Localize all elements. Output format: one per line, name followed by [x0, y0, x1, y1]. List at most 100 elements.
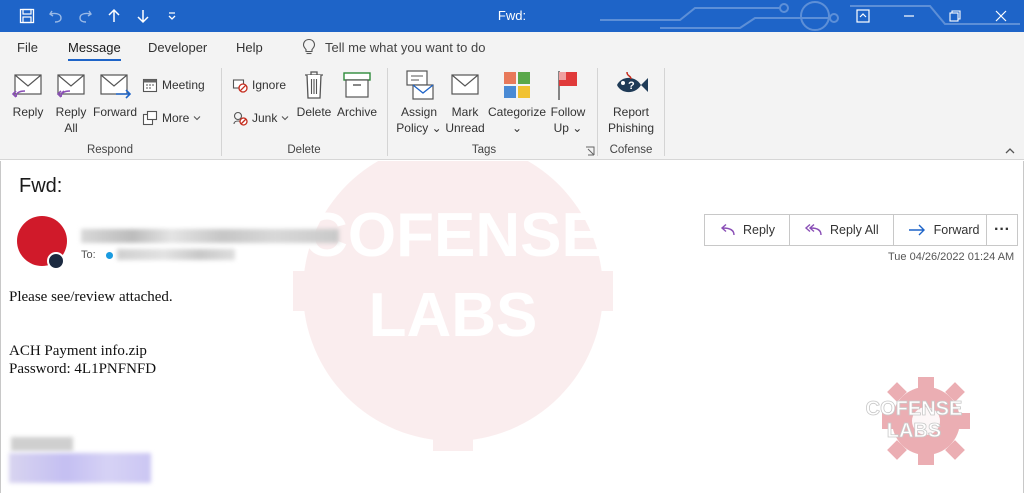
reply-label: Reply [12, 105, 44, 119]
more-label: More [162, 111, 190, 125]
mark-label-1: Mark [451, 105, 479, 119]
ribbon-display-options-icon[interactable] [840, 0, 886, 32]
archive-button[interactable]: Archive [336, 68, 378, 120]
calendar-icon [142, 78, 158, 93]
message-reply-label: Reply [743, 223, 775, 237]
collapse-ribbon-icon[interactable] [1004, 146, 1016, 156]
group-divider [597, 68, 598, 156]
group-divider [664, 68, 665, 156]
badge-text-2: LABS [887, 420, 941, 442]
assign-policy-button[interactable]: Assign Policy ⌄ [396, 68, 442, 136]
assign-label-1: Assign [400, 105, 438, 119]
svg-text:?: ? [628, 80, 635, 92]
reply-arrow-icon [720, 223, 735, 236]
group-divider [221, 68, 222, 156]
forward-button[interactable]: Forward [93, 68, 137, 120]
watermark-text-1: COFENSE [303, 201, 603, 270]
more-button[interactable]: More [142, 110, 201, 126]
reply-all-label-1: Reply [55, 105, 87, 119]
junk-icon [233, 111, 248, 126]
reading-pane: COFENSE LABS Fwd: To: Reply Reply All Fo… [0, 161, 1024, 493]
categorize-button[interactable]: Categorize ⌄ [488, 68, 546, 136]
cofense-labs-badge: COFENSE LABS [865, 377, 970, 465]
report-phishing-button[interactable]: ? Report Phishing [604, 68, 658, 136]
mark-label-2: Unread [445, 121, 485, 135]
delete-label: Delete [296, 105, 332, 119]
mark-unread-button[interactable]: Mark Unread [444, 68, 486, 136]
tab-developer[interactable]: Developer [148, 40, 207, 55]
ignore-button[interactable]: Ignore [232, 77, 286, 93]
sender-redacted [81, 229, 339, 243]
tab-message[interactable]: Message [68, 40, 121, 61]
dialog-launcher-icon[interactable] [585, 146, 595, 156]
meeting-label: Meeting [162, 78, 205, 92]
group-divider [387, 68, 388, 156]
respond-group-label: Respond [86, 144, 134, 156]
title-bar: Fwd: [0, 0, 1024, 32]
message-reply-all-label: Reply All [829, 223, 879, 237]
cofense-labs-watermark: COFENSE LABS [293, 161, 613, 451]
message-reply-all-button[interactable]: Reply All [790, 215, 894, 245]
junk-button[interactable]: Junk [232, 110, 289, 126]
badge-text-1: COFENSE [866, 398, 963, 420]
phish-fish-icon: ? [613, 68, 649, 102]
tell-me-search[interactable]: Tell me what you want to do [302, 38, 485, 56]
menu-tabs: File Message Developer Help Tell me what… [0, 32, 1024, 62]
message-reply-button[interactable]: Reply [705, 215, 790, 245]
cofense-group-label: Cofense [609, 144, 653, 156]
message-actions: Reply Reply All Forward [704, 214, 995, 246]
categorize-chevron: ⌄ [511, 121, 523, 135]
archive-box-icon [342, 68, 372, 102]
body-line-2: ACH Payment info.zip [9, 343, 147, 359]
mark-unread-icon [449, 68, 481, 102]
tags-group-label: Tags [471, 144, 497, 156]
follow-up-button[interactable]: Follow Up ⌄ [548, 68, 588, 136]
reply-all-label-2: All [64, 121, 78, 135]
ignore-label: Ignore [252, 78, 287, 92]
signature-redacted-2 [9, 453, 151, 483]
tab-help[interactable]: Help [236, 40, 263, 55]
message-forward-label: Forward [933, 223, 980, 237]
minimize-icon[interactable] [886, 0, 932, 32]
close-icon[interactable] [978, 0, 1024, 32]
presence-status-icon [47, 252, 65, 270]
ellipsis-icon: ··· [994, 221, 1010, 238]
flag-icon [555, 68, 581, 102]
forward-arrow-icon [908, 224, 925, 236]
report-label-1: Report [612, 105, 650, 119]
assign-policy-icon [404, 68, 434, 102]
assign-label-2: Policy ⌄ [396, 121, 442, 135]
chevron-down-icon [193, 116, 201, 121]
reply-button[interactable]: Reply [10, 68, 46, 120]
restore-icon[interactable] [932, 0, 978, 32]
delete-button[interactable]: Delete [296, 68, 332, 120]
more-actions-button[interactable]: ··· [986, 214, 1018, 246]
tab-file[interactable]: File [17, 40, 38, 55]
recipient-redacted [117, 249, 235, 260]
to-label: To: [81, 249, 96, 261]
categorize-icon [502, 68, 532, 102]
report-label-2: Phishing [607, 121, 655, 135]
ribbon: Reply Reply All Forward Meeting More Res… [0, 62, 1024, 160]
categorize-label: Categorize [487, 105, 547, 119]
archive-label: Archive [336, 105, 377, 119]
watermark-text-2: LABS [369, 281, 538, 350]
delete-group-label: Delete [287, 144, 321, 156]
message-subject: Fwd: [19, 175, 63, 197]
reply-all-button[interactable]: Reply All [53, 68, 89, 136]
message-timestamp: Tue 04/26/2022 01:24 AM [888, 251, 1015, 263]
follow-label-1: Follow [550, 105, 586, 119]
reply-all-arrow-icon [804, 223, 822, 236]
meeting-button[interactable]: Meeting [142, 77, 205, 93]
forward-envelope-icon [98, 68, 132, 102]
trash-icon [302, 68, 326, 102]
chevron-down-icon [281, 116, 289, 121]
junk-label: Junk [252, 111, 278, 125]
reply-envelope-icon [12, 68, 44, 102]
message-forward-button[interactable]: Forward [894, 215, 994, 245]
signature-redacted-1 [11, 437, 73, 451]
ignore-icon [232, 79, 248, 93]
more-respond-icon [142, 110, 158, 126]
tell-me-text: Tell me what you want to do [325, 39, 486, 55]
body-line-1: Please see/review attached. [9, 289, 173, 305]
